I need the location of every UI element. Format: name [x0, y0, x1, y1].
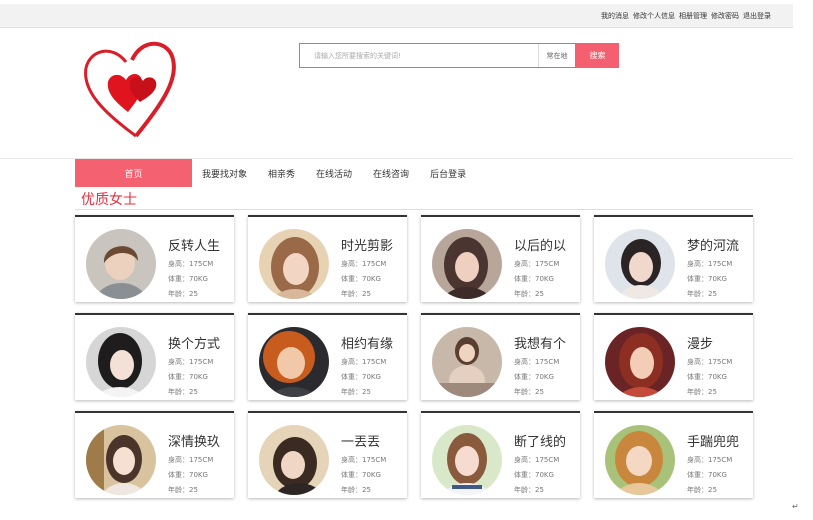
avatar[interactable] [605, 327, 675, 397]
profile-name[interactable]: 一丟丟 [341, 431, 380, 450]
profile-height: 身高：175CM [341, 456, 387, 464]
profile-height: 身高：175CM [168, 260, 214, 268]
link-album-manage[interactable]: 相册管理 [679, 11, 707, 21]
profile-card[interactable]: 反转人生 身高：175CM 体重：70KG 年龄：25 [75, 215, 234, 302]
avatar[interactable] [86, 229, 156, 299]
top-bar: 我的消息 修改个人信息 相册管理 修改密码 退出登录 [0, 4, 793, 28]
avatar[interactable] [432, 425, 502, 495]
profile-weight: 体重：70KG [687, 471, 727, 479]
profile-name[interactable]: 手踹兜兜 [687, 431, 739, 450]
profile-card[interactable]: 断了线的 身高：175CM 体重：70KG 年龄：25 [421, 411, 580, 498]
profile-height: 身高：175CM [514, 358, 560, 366]
search-input[interactable] [312, 50, 516, 61]
profile-height: 身高：175CM [687, 260, 733, 268]
site-logo[interactable] [76, 34, 192, 146]
profile-age: 年龄：25 [514, 290, 544, 298]
profile-weight: 体重：70KG [341, 373, 381, 381]
top-links: 我的消息 修改个人信息 相册管理 修改密码 退出登录 [601, 11, 771, 21]
profile-height: 身高：175CM [514, 260, 560, 268]
profile-weight: 体重：70KG [687, 275, 727, 283]
profile-card[interactable]: 相约有缘 身高：175CM 体重：70KG 年龄：25 [248, 313, 407, 400]
profile-card[interactable]: 我想有个 身高：175CM 体重：70KG 年龄：25 [421, 313, 580, 400]
profile-weight: 体重：70KG [514, 373, 554, 381]
avatar[interactable] [432, 327, 502, 397]
profile-age: 年龄：25 [341, 486, 371, 494]
profile-card[interactable]: 深情换玖 身高：175CM 体重：70KG 年龄：25 [75, 411, 234, 498]
profile-age: 年龄：25 [687, 290, 717, 298]
profile-card[interactable]: 梦的河流 身高：175CM 体重：70KG 年龄：25 [594, 215, 753, 302]
avatar[interactable] [86, 327, 156, 397]
profile-card[interactable]: 以后的以 身高：175CM 体重：70KG 年龄：25 [421, 215, 580, 302]
nav-admin-login[interactable]: 后台登录 [430, 167, 466, 180]
avatar[interactable] [605, 229, 675, 299]
avatar[interactable] [432, 229, 502, 299]
search-button[interactable]: 搜索 [576, 43, 619, 68]
section-title: 优质女士 [81, 192, 137, 208]
profile-age: 年龄：25 [514, 486, 544, 494]
profile-name[interactable]: 深情换玖 [168, 431, 220, 450]
profile-weight: 体重：70KG [168, 471, 208, 479]
profile-name[interactable]: 以后的以 [514, 235, 566, 254]
section-divider [75, 209, 753, 210]
nav-find-partner[interactable]: 我要找对象 [202, 167, 247, 180]
profile-name[interactable]: 时光剪影 [341, 235, 393, 254]
profile-name[interactable]: 断了线的 [514, 431, 566, 450]
return-arrow-icon: ↵ [792, 502, 799, 511]
profile-height: 身高：175CM [168, 358, 214, 366]
profile-name[interactable]: 反转人生 [168, 235, 220, 254]
nav-online-events[interactable]: 在线活动 [316, 167, 352, 180]
avatar[interactable] [86, 425, 156, 495]
search-bar: 常在地 搜索 [299, 43, 619, 68]
profile-card[interactable]: 一丟丟 身高：175CM 体重：70KG 年龄：25 [248, 411, 407, 498]
double-heart-logo-icon [84, 41, 176, 138]
profile-weight: 体重：70KG [514, 275, 554, 283]
city-select[interactable]: 常在地 [538, 44, 575, 67]
profile-card[interactable]: 时光剪影 身高：175CM 体重：70KG 年龄：25 [248, 215, 407, 302]
avatar[interactable] [259, 425, 329, 495]
profile-age: 年龄：25 [168, 388, 198, 396]
avatar[interactable] [605, 425, 675, 495]
profile-height: 身高：175CM [341, 358, 387, 366]
profile-height: 身高：175CM [687, 358, 733, 366]
profile-name[interactable]: 相约有缘 [341, 333, 393, 352]
avatar[interactable] [259, 229, 329, 299]
link-my-messages[interactable]: 我的消息 [601, 11, 629, 21]
profile-name[interactable]: 梦的河流 [687, 235, 739, 254]
profile-height: 身高：175CM [514, 456, 560, 464]
profile-age: 年龄：25 [687, 486, 717, 494]
profile-age: 年龄：25 [168, 290, 198, 298]
link-edit-profile[interactable]: 修改个人信息 [633, 11, 675, 21]
profile-age: 年龄：25 [341, 290, 371, 298]
profile-weight: 体重：70KG [341, 275, 381, 283]
profile-age: 年龄：25 [687, 388, 717, 396]
search-box: 常在地 [299, 43, 576, 68]
nav-online-consult[interactable]: 在线咨询 [373, 167, 409, 180]
profile-name[interactable]: 漫步 [687, 333, 713, 352]
link-logout[interactable]: 退出登录 [743, 11, 771, 21]
profile-age: 年龄：25 [341, 388, 371, 396]
link-change-password[interactable]: 修改密码 [711, 11, 739, 21]
avatar[interactable] [259, 327, 329, 397]
profile-card[interactable]: 漫步 身高：175CM 体重：70KG 年龄：25 [594, 313, 753, 400]
profile-card[interactable]: 换个方式 身高：175CM 体重：70KG 年龄：25 [75, 313, 234, 400]
profile-weight: 体重：70KG [341, 471, 381, 479]
profile-height: 身高：175CM [687, 456, 733, 464]
profile-card[interactable]: 手踹兜兜 身高：175CM 体重：70KG 年龄：25 [594, 411, 753, 498]
nav-dating-show[interactable]: 相亲秀 [268, 167, 295, 180]
profile-height: 身高：175CM [341, 260, 387, 268]
profile-weight: 体重：70KG [168, 373, 208, 381]
profile-age: 年龄：25 [168, 486, 198, 494]
profile-age: 年龄：25 [514, 388, 544, 396]
main-nav: 首页 我要找对象 相亲秀 在线活动 在线咨询 后台登录 [75, 159, 487, 187]
profile-weight: 体重：70KG [514, 471, 554, 479]
nav-home[interactable]: 首页 [75, 159, 192, 187]
profile-weight: 体重：70KG [168, 275, 208, 283]
profile-name[interactable]: 我想有个 [514, 333, 566, 352]
profile-height: 身高：175CM [168, 456, 214, 464]
profile-weight: 体重：70KG [687, 373, 727, 381]
profile-name[interactable]: 换个方式 [168, 333, 220, 352]
